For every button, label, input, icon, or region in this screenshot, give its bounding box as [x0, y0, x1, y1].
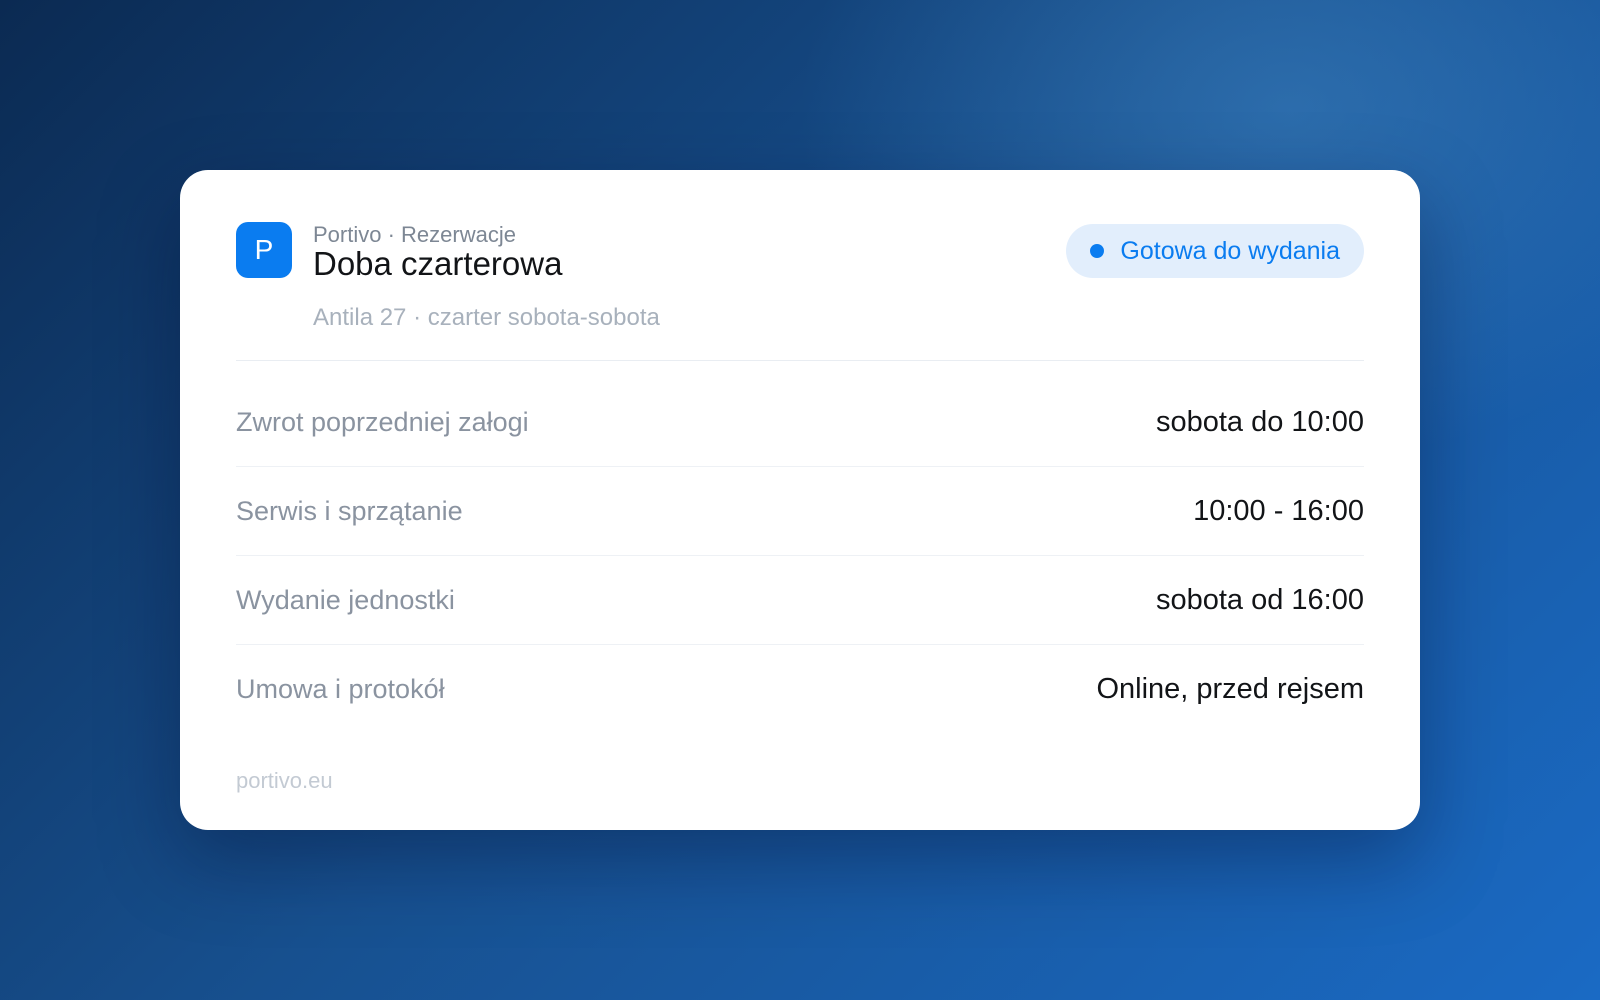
- schedule-row: Serwis i sprzątanie 10:00 - 16:00: [236, 467, 1364, 556]
- status-dot-icon: [1090, 244, 1105, 258]
- card-header: P Portivo · Rezerwacje Doba czarterowa A…: [236, 222, 1364, 361]
- schedule-row: Wydanie jednostki sobota od 16:00: [236, 556, 1364, 645]
- status-badge: Gotowa do wydania: [1066, 224, 1364, 278]
- page-subtitle: Antila 27 · czarter sobota-sobota: [313, 304, 660, 331]
- row-label: Wydanie jednostki: [236, 584, 455, 615]
- row-label: Zwrot poprzedniej załogi: [236, 407, 529, 437]
- page-title: Doba czarterowa: [313, 245, 563, 282]
- row-value: sobota do 10:00: [1155, 406, 1364, 438]
- footer-domain: portivo.eu: [236, 768, 333, 793]
- row-label: Umowa i protokół: [236, 673, 445, 704]
- row-value: 10:00 - 16:00: [1193, 494, 1364, 527]
- portivo-logo-icon: P: [236, 222, 292, 278]
- row-label: Serwis i sprzątanie: [236, 495, 463, 526]
- row-value: sobota od 16:00: [1155, 583, 1364, 616]
- schedule-list: Zwrot poprzedniej załogi sobota do 10:00…: [236, 361, 1364, 733]
- status-label: Gotowa do wydania: [1120, 236, 1340, 265]
- row-value: Online, przed rejsem: [1096, 672, 1364, 705]
- schedule-row: Umowa i protokół Online, przed rejsem: [236, 645, 1364, 733]
- schedule-row: Zwrot poprzedniej załogi sobota do 10:00: [236, 361, 1364, 467]
- title-block: Portivo · Rezerwacje Doba czarterowa Ant…: [313, 222, 660, 332]
- charter-day-card: P Portivo · Rezerwacje Doba czarterowa A…: [180, 170, 1420, 830]
